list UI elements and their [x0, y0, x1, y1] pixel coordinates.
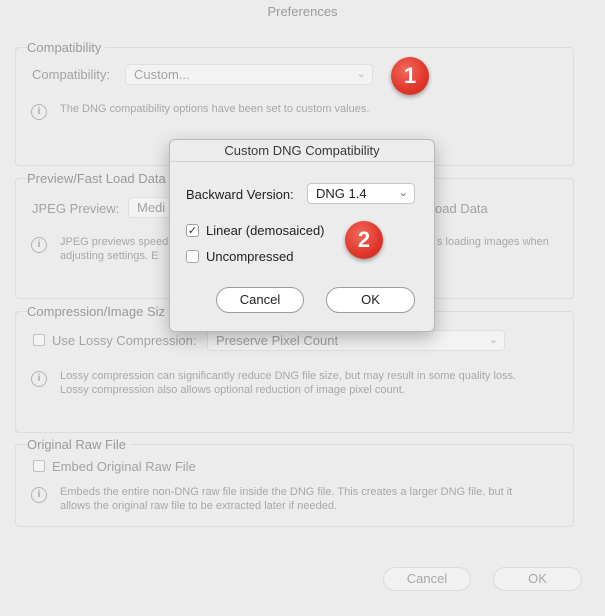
- checkmark-icon: ✓: [187, 225, 198, 237]
- step-badge-2: 2: [345, 221, 383, 259]
- lossy-compression-label: Use Lossy Compression:: [52, 333, 197, 348]
- linear-label: Linear (demosaiced): [206, 223, 325, 238]
- embed-raw-label: Embed Original Raw File: [52, 459, 196, 474]
- jpeg-preview-value: Medi: [137, 200, 166, 215]
- linear-checkbox[interactable]: ✓: [186, 224, 199, 237]
- info-icon: i: [31, 487, 47, 503]
- custom-dng-compatibility-dialog: Custom DNG Compatibility Backward Versio…: [169, 139, 435, 332]
- compatibility-info-text: The DNG compatibility options have been …: [60, 103, 370, 115]
- lossy-compression-checkbox[interactable]: [33, 334, 45, 346]
- uncompressed-label: Uncompressed: [206, 249, 294, 264]
- preview-info-line1-tail: s loading images when: [437, 236, 549, 248]
- backward-version-value: DNG 1.4: [316, 186, 367, 201]
- preview-info-line2: adjusting settings. E: [60, 250, 159, 262]
- pixel-count-select[interactable]: Preserve Pixel Count ⌄: [207, 330, 505, 351]
- chevron-down-icon: ⌄: [356, 68, 366, 80]
- preferences-window: Preferences Compatibility Compatibility:…: [0, 0, 605, 616]
- ok-button[interactable]: OK: [493, 567, 582, 591]
- jpeg-preview-label: JPEG Preview:: [32, 201, 120, 216]
- info-icon: i: [31, 371, 47, 387]
- info-icon: i: [31, 104, 47, 120]
- embed-raw-checkbox[interactable]: [33, 460, 45, 472]
- raw-file-group-title: Original Raw File: [27, 437, 130, 452]
- raw-info-line2: allows the original raw file to be extra…: [60, 500, 337, 512]
- dialog-cancel-button[interactable]: Cancel: [216, 287, 304, 313]
- cancel-button[interactable]: Cancel: [383, 567, 471, 591]
- compression-info-line1: Lossy compression can significantly redu…: [60, 370, 517, 382]
- chevron-down-icon: ⌄: [398, 187, 408, 199]
- compatibility-select-value: Custom...: [134, 67, 190, 82]
- chevron-down-icon: ⌄: [488, 334, 498, 346]
- preview-info-line1: JPEG previews speed: [60, 236, 169, 248]
- compatibility-select[interactable]: Custom... ⌄: [125, 64, 373, 85]
- dialog-title: Custom DNG Compatibility: [170, 140, 434, 162]
- pixel-count-value: Preserve Pixel Count: [216, 333, 339, 348]
- fast-load-label: oad Data: [435, 201, 488, 216]
- preview-group-title: Preview/Fast Load Data: [27, 171, 170, 186]
- compression-info-line2: Lossy compression also allows optional r…: [60, 384, 405, 396]
- backward-version-label: Backward Version:: [186, 187, 294, 202]
- compression-group-title: Compression/Image Siz: [27, 304, 169, 319]
- compatibility-label: Compatibility:: [32, 67, 111, 82]
- dialog-ok-button[interactable]: OK: [326, 287, 415, 313]
- window-title: Preferences: [267, 4, 338, 19]
- info-icon: i: [31, 237, 47, 253]
- step-badge-1: 1: [391, 57, 429, 95]
- raw-info-line1: Embeds the entire non-DNG raw file insid…: [60, 486, 513, 498]
- uncompressed-checkbox[interactable]: [186, 250, 199, 263]
- compatibility-group-title: Compatibility: [27, 40, 106, 55]
- backward-version-select[interactable]: DNG 1.4 ⌄: [307, 183, 415, 204]
